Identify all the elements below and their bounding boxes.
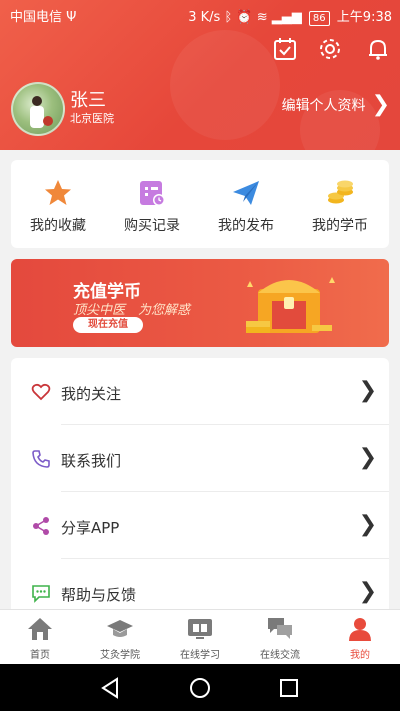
recharge-now-button[interactable]: 现在充值 [73, 317, 143, 333]
bell-icon[interactable] [365, 36, 391, 62]
feedback-icon [32, 585, 50, 603]
my-favorites-label: 我的收藏 [30, 218, 86, 234]
tab-moxibustion-academy[interactable]: 艾灸学院 [80, 610, 160, 665]
my-posts-button[interactable]: 我的发布 [199, 160, 293, 248]
tab-mine[interactable]: 我的 [320, 610, 400, 665]
alarm-icon: ⏰ [236, 10, 253, 25]
system-navigation-bar [0, 664, 400, 711]
person-icon [349, 618, 371, 641]
book-screen-icon [188, 619, 212, 639]
back-triangle-icon[interactable] [99, 676, 123, 700]
header-decoration [170, 30, 280, 140]
edit-profile-label: 编辑个人资料 [281, 98, 366, 114]
banner-subtitle: 顶尖中医 为您解惑 [73, 303, 191, 318]
clock: 上午9:38 [336, 10, 392, 25]
menu-item-contact-us[interactable]: 联系我们 ❯ [11, 425, 389, 492]
edit-profile-link[interactable]: 编辑个人资料 ❯ [281, 92, 390, 117]
menu-item-share-app[interactable]: 分享APP ❯ [11, 492, 389, 559]
treasure-chest-icon [246, 277, 335, 333]
share-icon [33, 517, 49, 535]
quick-actions-card: 我的收藏 购买记录 我的发布 我的学币 [11, 160, 389, 248]
home-icon [28, 618, 52, 640]
signal-icon: ▂▄▆ [271, 10, 302, 25]
status-bar: 中国电信 Ψ 3 K/s ᛒ ⏰ ≋ ▂▄▆ 86 上午9:38 [0, 0, 400, 28]
tab-label: 艾灸学院 [100, 650, 140, 661]
chevron-right-icon: ❯ [358, 512, 377, 537]
gear-icon[interactable] [317, 36, 343, 62]
my-favorites-button[interactable]: 我的收藏 [11, 160, 105, 248]
user-name: 张三 [70, 90, 106, 111]
purchase-record-label: 购买记录 [124, 218, 180, 234]
wifi-icon: ≋ [256, 10, 268, 25]
chevron-right-icon: ❯ [358, 378, 377, 403]
recents-square-icon[interactable] [277, 676, 301, 700]
chevron-right-icon: ❯ [358, 445, 377, 470]
graduation-cap-icon [107, 620, 133, 637]
profile-header: 中国电信 Ψ 3 K/s ᛒ ⏰ ≋ ▂▄▆ 86 上午9:38 张三 北京医院 [0, 0, 400, 150]
menu-item-my-follows[interactable]: 我的关注 ❯ [11, 358, 389, 425]
menu-item-label: 帮助与反馈 [61, 586, 137, 604]
purchase-record-icon [140, 181, 165, 206]
paper-plane-icon [233, 181, 259, 205]
calendar-check-icon[interactable] [272, 36, 298, 62]
usb-icon: Ψ [66, 10, 77, 25]
home-circle-icon[interactable] [188, 676, 212, 700]
heart-icon [31, 383, 51, 401]
menu-item-label: 分享APP [61, 519, 120, 537]
tab-online-learning[interactable]: 在线学习 [160, 610, 240, 665]
bluetooth-icon: ᛒ [224, 10, 233, 25]
tab-online-exchange[interactable]: 在线交流 [240, 610, 320, 665]
menu-item-help-feedback[interactable]: 帮助与反馈 ❯ [11, 559, 389, 611]
purchase-record-button[interactable]: 购买记录 [105, 160, 199, 248]
star-icon [45, 180, 71, 205]
my-coins-button[interactable]: 我的学币 [293, 160, 387, 248]
carrier-label: 中国电信 [10, 10, 63, 25]
tab-label: 首页 [30, 650, 50, 661]
chevron-right-icon: ❯ [358, 579, 377, 604]
battery-icon: 86 [308, 11, 330, 26]
menu-list: 我的关注 ❯ 联系我们 ❯ 分享APP ❯ 帮助与反馈 ❯ [11, 358, 389, 611]
coins-icon [328, 180, 353, 204]
chat-bubbles-icon [268, 618, 292, 639]
recharge-banner[interactable]: 充值学币 顶尖中医 为您解惑 现在充值 [11, 259, 389, 347]
tab-home[interactable]: 首页 [0, 610, 80, 665]
menu-item-label: 联系我们 [61, 452, 122, 470]
tab-label: 在线学习 [180, 650, 220, 661]
avatar[interactable] [11, 82, 65, 136]
my-posts-label: 我的发布 [218, 218, 274, 234]
my-coins-label: 我的学币 [312, 218, 368, 234]
user-hospital: 北京医院 [70, 112, 114, 125]
bottom-tab-bar: 首页 艾灸学院 在线学习 在线交流 我的 [0, 609, 400, 665]
menu-item-label: 我的关注 [61, 385, 122, 403]
tab-label: 我的 [350, 650, 370, 661]
chevron-right-icon: ❯ [371, 92, 390, 117]
network-speed: 3 K/s [188, 10, 221, 25]
phone-icon [32, 450, 50, 468]
tab-label: 在线交流 [260, 650, 300, 661]
